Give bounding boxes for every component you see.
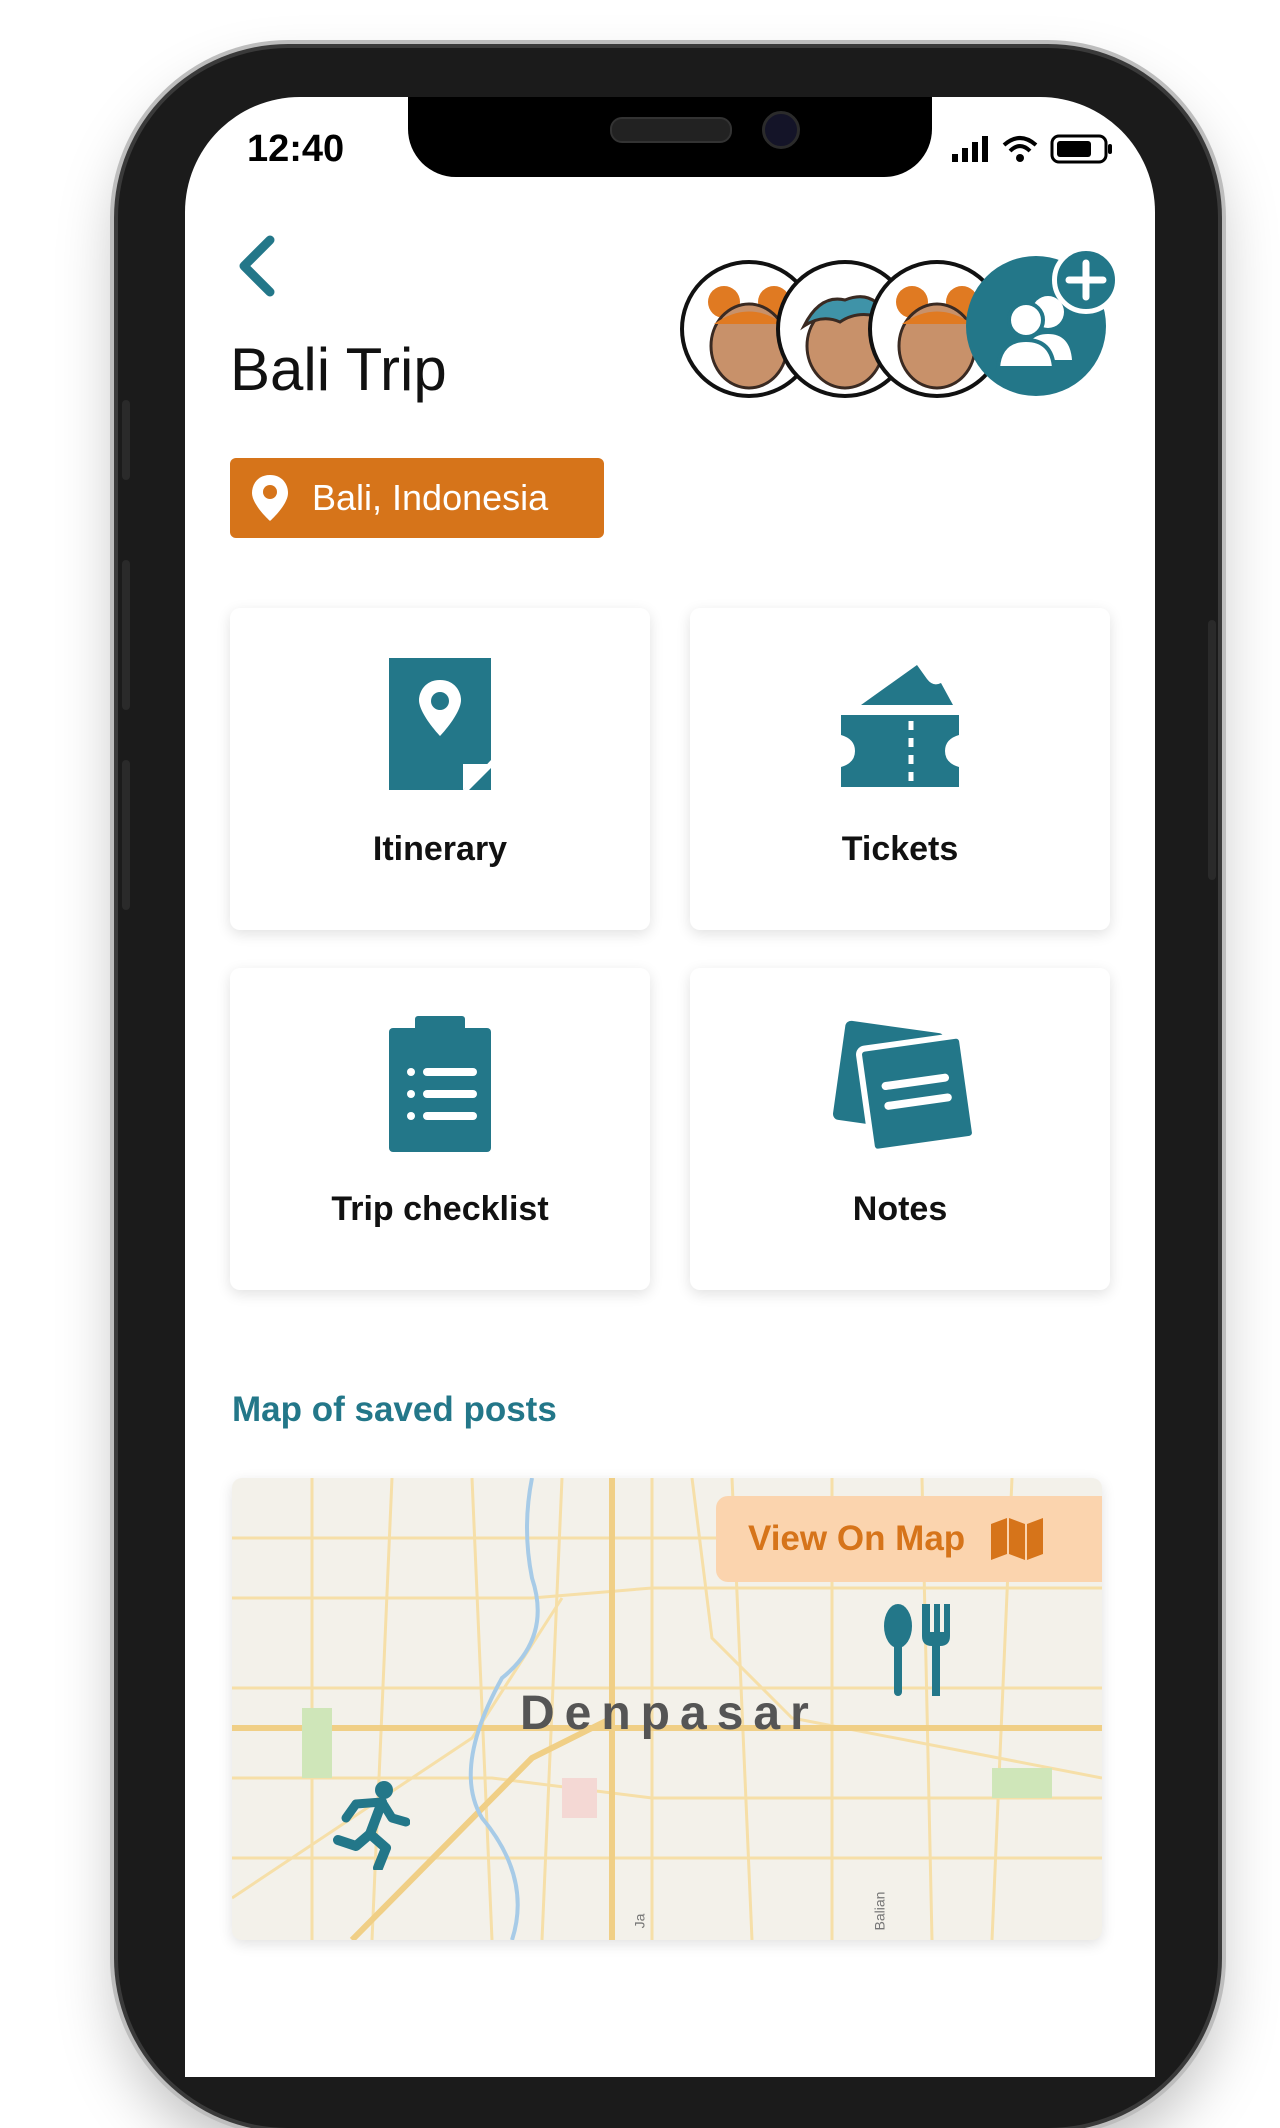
back-button[interactable] (232, 232, 282, 302)
map-city-label: Denpasar (520, 1687, 819, 1740)
ticket-icon (841, 665, 959, 787)
location-label: Bali, Indonesia (312, 477, 549, 518)
add-member-button[interactable] (1052, 246, 1120, 314)
signal-icon (952, 136, 988, 162)
wifi-icon (1002, 136, 1038, 162)
tile-itinerary-label: Itinerary (372, 830, 508, 868)
tile-trip-checklist[interactable]: Trip checklist (230, 968, 650, 1290)
phone-power-button (1208, 620, 1216, 880)
restaurant-pin-icon[interactable] (880, 1602, 954, 1698)
map-street-label-1: Ja (631, 1913, 648, 1929)
phone-silent-switch (122, 400, 130, 480)
map-street-label-2: Balian (871, 1891, 888, 1931)
view-on-map-button[interactable]: View On Map (716, 1496, 1102, 1582)
speaker-grille (610, 117, 732, 143)
tile-tickets-icon-wrap (837, 654, 963, 794)
notes-icon (832, 1020, 975, 1154)
map-pin-icon (252, 475, 288, 521)
plus-icon (1065, 259, 1107, 301)
phone-volume-up (122, 560, 130, 710)
tile-itinerary-icon-wrap (385, 654, 495, 794)
front-camera (762, 111, 800, 149)
tile-tickets-label: Tickets (841, 830, 959, 868)
trip-members[interactable] (680, 246, 1120, 402)
battery-icon (1050, 134, 1112, 164)
trip-title: Bali Trip (230, 336, 447, 403)
phone-notch (408, 97, 932, 177)
tile-itinerary[interactable]: Itinerary (230, 608, 650, 930)
phone-volume-down (122, 760, 130, 910)
map-section-title: Map of saved posts (232, 1390, 557, 1429)
status-time: 12:40 (247, 128, 345, 170)
running-person-icon[interactable] (332, 1780, 410, 1870)
tile-trip-checklist-label: Trip checklist (331, 1190, 549, 1228)
folded-map-icon (991, 1518, 1044, 1560)
chevron-left-icon (239, 235, 275, 297)
tile-notes[interactable]: Notes (690, 968, 1110, 1290)
itinerary-pin-document-icon (389, 658, 491, 790)
status-icons (952, 134, 1114, 164)
tile-tickets[interactable]: Tickets (690, 608, 1110, 930)
tile-notes-icon-wrap (825, 1014, 975, 1154)
tile-notes-label: Notes (852, 1190, 948, 1228)
tile-checklist-icon-wrap (385, 1014, 495, 1154)
location-chip[interactable]: Bali, Indonesia (230, 458, 604, 538)
clipboard-checklist-icon (389, 1016, 491, 1152)
view-on-map-label: View On Map (748, 1519, 966, 1558)
